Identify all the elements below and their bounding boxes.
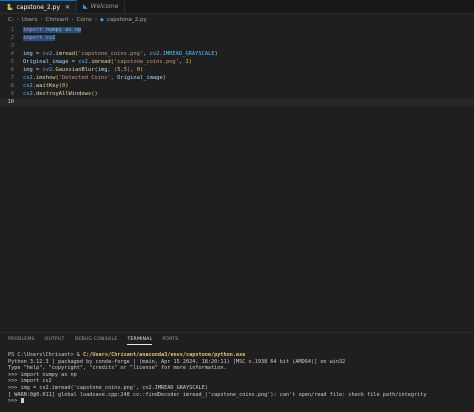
line-number: 7	[10, 75, 14, 81]
terminal-cursor	[20, 398, 24, 404]
code-line[interactable]: 9 cv2.destroyAllWindows()	[0, 90, 474, 98]
tab-terminal[interactable]: TERMINAL	[127, 337, 153, 345]
breadcrumb-item[interactable]: C:	[8, 17, 14, 23]
code-text[interactable]: Original_image = cv2.imread('capstone_co…	[23, 59, 192, 65]
line-number: 4	[10, 51, 14, 57]
tab-label: Welcome	[90, 3, 119, 10]
code-line-current[interactable]: 10	[0, 98, 474, 106]
breadcrumb-item[interactable]: Coins	[77, 17, 92, 23]
python-icon: ◆	[100, 16, 104, 23]
panel-tabs: PROBLEMS OUTPUT DEBUG CONSOLE TERMINAL P…	[8, 337, 178, 345]
terminal-line: >>> import numpy as np	[8, 371, 77, 378]
terminal-line: Type "help", "copyright", "credits" or "…	[8, 365, 227, 372]
code-text[interactable]: img = cv2.GaussianBlur(img, (5,5), 0)	[23, 67, 143, 73]
tab-ports[interactable]: PORTS	[162, 337, 178, 345]
chevron-right-icon: ›	[40, 16, 43, 23]
editor-tab-bar: 🐍 capstone_2.py ✕ ◣ Welcome	[0, 0, 474, 14]
tab-problems[interactable]: PROBLEMS	[8, 337, 35, 345]
line-number: 9	[10, 91, 14, 97]
bottom-panel: PROBLEMS OUTPUT DEBUG CONSOLE TERMINAL P…	[0, 332, 474, 412]
code-text[interactable]: cv2.imshow('Detected Coins', Original_im…	[23, 75, 166, 81]
chevron-right-icon: ›	[94, 16, 98, 23]
line-number: 3	[10, 43, 14, 49]
code-text[interactable]: cv2.waitKey(0)	[23, 83, 68, 89]
line-number: 1	[10, 27, 14, 33]
code-text[interactable]: import numpy as np	[23, 27, 82, 33]
code-line[interactable]: 1 import numpy as np	[0, 26, 474, 34]
tab-welcome[interactable]: ◣ Welcome	[77, 0, 126, 13]
code-line[interactable]: 4 img = cv2.imread('capstone_coins.png',…	[0, 50, 474, 58]
breadcrumb-item[interactable]: Chrisant	[46, 17, 69, 23]
code-text[interactable]: img = cv2.imread('capstone_coins.png', c…	[23, 51, 218, 57]
tab-output[interactable]: OUTPUT	[45, 337, 65, 345]
breadcrumb: C: › Users › Chrisant › Coins › ◆ capsto…	[8, 15, 147, 24]
line-number: 6	[10, 67, 14, 73]
terminal-line: >>> img = cv2.imread('capstone_coins.png…	[8, 384, 208, 391]
python-icon: 🐍	[6, 3, 14, 11]
tab-capstone-2[interactable]: 🐍 capstone_2.py ✕	[0, 0, 78, 13]
tab-label: capstone_2.py	[16, 3, 60, 11]
code-line[interactable]: 2 import cv2	[0, 34, 474, 42]
line-number: 5	[10, 59, 14, 65]
close-icon[interactable]: ✕	[65, 4, 70, 11]
terminal-prompt[interactable]: >>>	[8, 398, 470, 405]
code-line[interactable]: 5 Original_image = cv2.imread('capstone_…	[0, 58, 474, 66]
line-number: 10	[7, 99, 15, 105]
breadcrumb-item[interactable]: capstone_2.py	[107, 17, 147, 23]
chevron-right-icon: ›	[16, 16, 19, 23]
terminal-output[interactable]: PS C:\Users\Chrisant> & C:/Users/Chrisan…	[8, 352, 470, 405]
tab-debug-console[interactable]: DEBUG CONSOLE	[75, 337, 118, 345]
terminal-line: Python 3.12.3 | packaged by conda-forge …	[8, 358, 346, 365]
vscode-icon: ◣	[83, 3, 88, 10]
terminal-line: [ WARN:0@0.011] global loadsave.cpp:248 …	[8, 391, 427, 398]
code-line[interactable]: 3	[0, 42, 474, 50]
line-number: 2	[10, 35, 14, 41]
chevron-right-icon: ›	[71, 16, 74, 23]
terminal-line: >>> import cv2	[8, 378, 52, 385]
code-text[interactable]: import cv2	[23, 35, 56, 41]
code-line[interactable]: 7 cv2.imshow('Detected Coins', Original_…	[0, 74, 474, 82]
terminal-line: PS C:\Users\Chrisant> & C:/Users/Chrisan…	[8, 352, 246, 358]
code-line[interactable]: 8 cv2.waitKey(0)	[0, 82, 474, 90]
code-line[interactable]: 6 img = cv2.GaussianBlur(img, (5,5), 0)	[0, 66, 474, 74]
code-editor[interactable]: 1 import numpy as np 2 import cv2 3 4 im…	[0, 26, 474, 326]
breadcrumb-item[interactable]: Users	[22, 17, 37, 23]
line-number: 8	[10, 83, 14, 89]
code-text[interactable]: cv2.destroyAllWindows()	[23, 91, 98, 97]
